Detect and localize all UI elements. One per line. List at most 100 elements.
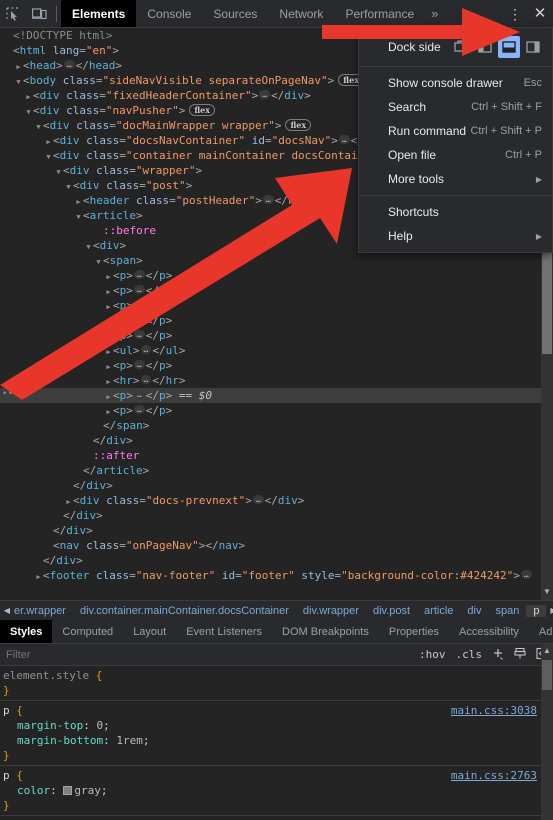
styles-scrollbar-thumb[interactable]: [542, 660, 552, 690]
collapsed-children-icon[interactable]: …: [133, 360, 145, 369]
collapsed-children-icon[interactable]: …: [338, 135, 350, 144]
dom-node[interactable]: </div>: [0, 478, 553, 493]
dom-node[interactable]: </div>: [0, 523, 553, 538]
dom-node[interactable]: ▶ <p>… </p>: [0, 298, 553, 313]
device-toolbar-icon[interactable]: [26, 1, 52, 27]
undock-into-separate-window-icon[interactable]: [450, 36, 472, 58]
styles-filter-input[interactable]: [2, 645, 414, 664]
styles-scrollbar[interactable]: ▲: [541, 644, 553, 820]
menu-item-show-console-drawer[interactable]: Show console drawer Esc: [359, 71, 552, 95]
collapsed-children-icon[interactable]: …: [133, 405, 145, 414]
scroll-down-arrow-icon[interactable]: ▼: [541, 587, 553, 596]
css-selector[interactable]: element.style: [3, 669, 89, 682]
sidebar-tab-event-listeners[interactable]: Event Listeners: [176, 620, 272, 643]
dom-node[interactable]: ▶ <footer class="nav-footer" id="footer" …: [0, 568, 553, 583]
css-selector[interactable]: p: [3, 704, 10, 717]
dom-node[interactable]: ▶ <p>… </p>: [0, 328, 553, 343]
dom-node[interactable]: ▼ <span>: [0, 253, 553, 268]
flex-badge[interactable]: flex: [285, 119, 312, 131]
sidebar-tab-layout[interactable]: Layout: [123, 620, 176, 643]
styles-pane[interactable]: element.style {} p {main.css:3038 margin-t…: [0, 666, 541, 820]
breadcrumb-item[interactable]: span: [488, 605, 526, 617]
breadcrumb-item[interactable]: article: [417, 605, 460, 617]
tab-sources[interactable]: Sources: [202, 0, 268, 27]
css-property[interactable]: color: [3, 784, 50, 797]
sidebar-tab-styles[interactable]: Styles: [0, 620, 53, 643]
collapsed-children-icon[interactable]: …: [133, 390, 145, 399]
css-property[interactable]: margin-bottom: [3, 734, 103, 747]
flex-badge[interactable]: flex: [189, 104, 216, 116]
breadcrumb-item[interactable]: div.container.mainContainer.docsContaine…: [73, 605, 296, 617]
collapsed-children-icon[interactable]: …: [133, 285, 145, 294]
sidebar-tab-computed[interactable]: Computed: [52, 620, 123, 643]
scroll-up-arrow-icon[interactable]: ▲: [541, 646, 553, 655]
dom-node[interactable]: </div>: [0, 553, 553, 568]
css-rule[interactable]: p {main.css:3038 margin-top: 0; margin-bot…: [0, 701, 541, 766]
dom-node[interactable]: ▶ <p>… </p>: [0, 358, 553, 373]
css-source-link[interactable]: main.css:2763: [451, 768, 537, 783]
css-rule[interactable]: p {main.css:149}: [0, 816, 541, 820]
cls-toggle[interactable]: .cls: [451, 648, 488, 661]
css-rule[interactable]: p {main.css:2763 color: gray;}: [0, 766, 541, 816]
menu-item-shortcuts[interactable]: Shortcuts: [359, 200, 552, 224]
breadcrumb-item[interactable]: div.wrapper: [296, 605, 366, 617]
collapsed-children-icon[interactable]: …: [133, 270, 145, 279]
collapsed-children-icon[interactable]: …: [520, 570, 532, 579]
css-rule[interactable]: element.style {}: [0, 666, 541, 701]
menu-item-help[interactable]: Help ▶: [359, 224, 552, 248]
collapsed-children-icon[interactable]: …: [133, 330, 145, 339]
print-icon[interactable]: [509, 647, 531, 663]
customize-devtools-kebab-icon[interactable]: ⋮: [503, 0, 527, 28]
collapsed-children-icon[interactable]: …: [140, 375, 152, 384]
menu-item-open-file[interactable]: Open file Ctrl + P: [359, 143, 552, 167]
sidebar-tab-properties[interactable]: Properties: [379, 620, 449, 643]
css-value[interactable]: 1rem: [116, 734, 143, 747]
breadcrumb-item[interactable]: p: [526, 604, 547, 617]
breadcrumb-scroll-right-icon[interactable]: ▶: [546, 606, 553, 615]
menu-item-search[interactable]: Search Ctrl + Shift + F: [359, 95, 552, 119]
collapsed-children-icon[interactable]: …: [133, 315, 145, 324]
dom-node[interactable]: </div>: [0, 508, 553, 523]
css-property[interactable]: margin-top: [3, 719, 83, 732]
dom-node[interactable]: ▶ <p>… </p>: [0, 403, 553, 418]
collapsed-children-icon[interactable]: …: [262, 195, 274, 204]
dom-node[interactable]: ▶ <p>… </p>: [0, 283, 553, 298]
css-declaration[interactable]: margin-bottom: 1rem;: [3, 733, 541, 748]
dock-to-right-icon[interactable]: [522, 36, 544, 58]
tab-performance[interactable]: Performance: [334, 0, 425, 27]
dom-node-selected[interactable]: ▶<p>…</p> == $0: [0, 387, 553, 403]
color-swatch[interactable]: [63, 786, 73, 795]
tab-console[interactable]: Console: [136, 0, 202, 27]
collapsed-children-icon[interactable]: …: [140, 345, 152, 354]
close-devtools-icon[interactable]: ✕: [527, 0, 553, 28]
dom-node[interactable]: </article>: [0, 463, 553, 478]
tab-network[interactable]: Network: [268, 0, 334, 27]
dom-node[interactable]: </div>: [0, 433, 553, 448]
plus-icon[interactable]: [487, 647, 509, 663]
breadcrumb-scroll-left-icon[interactable]: ◀: [0, 606, 14, 615]
dom-node[interactable]: ▶ <div class="docs-prevnext">… </div>: [0, 493, 553, 508]
sidebar-tab-adguard[interactable]: AdGuard: [529, 620, 553, 643]
collapsed-children-icon[interactable]: …: [133, 300, 145, 309]
dom-node[interactable]: </span>: [0, 418, 553, 433]
tab-elements[interactable]: Elements: [61, 0, 137, 27]
css-declaration[interactable]: color: gray;: [3, 783, 541, 798]
more-panels-icon[interactable]: »: [425, 6, 444, 21]
dom-node[interactable]: <nav class="onPageNav"></nav>: [0, 538, 553, 553]
sidebar-tab-accessibility[interactable]: Accessibility: [449, 620, 529, 643]
menu-item-more-tools[interactable]: More tools ▶: [359, 167, 552, 191]
hov-toggle[interactable]: :hov: [414, 648, 451, 661]
menu-item-run-command[interactable]: Run command Ctrl + Shift + P: [359, 119, 552, 143]
sidebar-tab-dom-breakpoints[interactable]: DOM Breakpoints: [272, 620, 379, 643]
dom-node[interactable]: ▶ <ul>… </ul>: [0, 343, 553, 358]
collapsed-children-icon[interactable]: …: [259, 90, 271, 99]
dock-to-bottom-icon[interactable]: [498, 36, 520, 58]
css-value[interactable]: gray: [74, 784, 101, 797]
dom-node[interactable]: ▶ <p>… </p>: [0, 313, 553, 328]
css-source-link[interactable]: main.css:3038: [451, 703, 537, 718]
breadcrumb-item[interactable]: er.wrapper: [14, 605, 73, 617]
breadcrumb-item[interactable]: div: [460, 605, 488, 617]
collapsed-children-icon[interactable]: …: [252, 495, 264, 504]
dom-node[interactable]: ▶ <hr>… </hr>: [0, 373, 553, 388]
collapsed-children-icon[interactable]: …: [63, 60, 75, 69]
